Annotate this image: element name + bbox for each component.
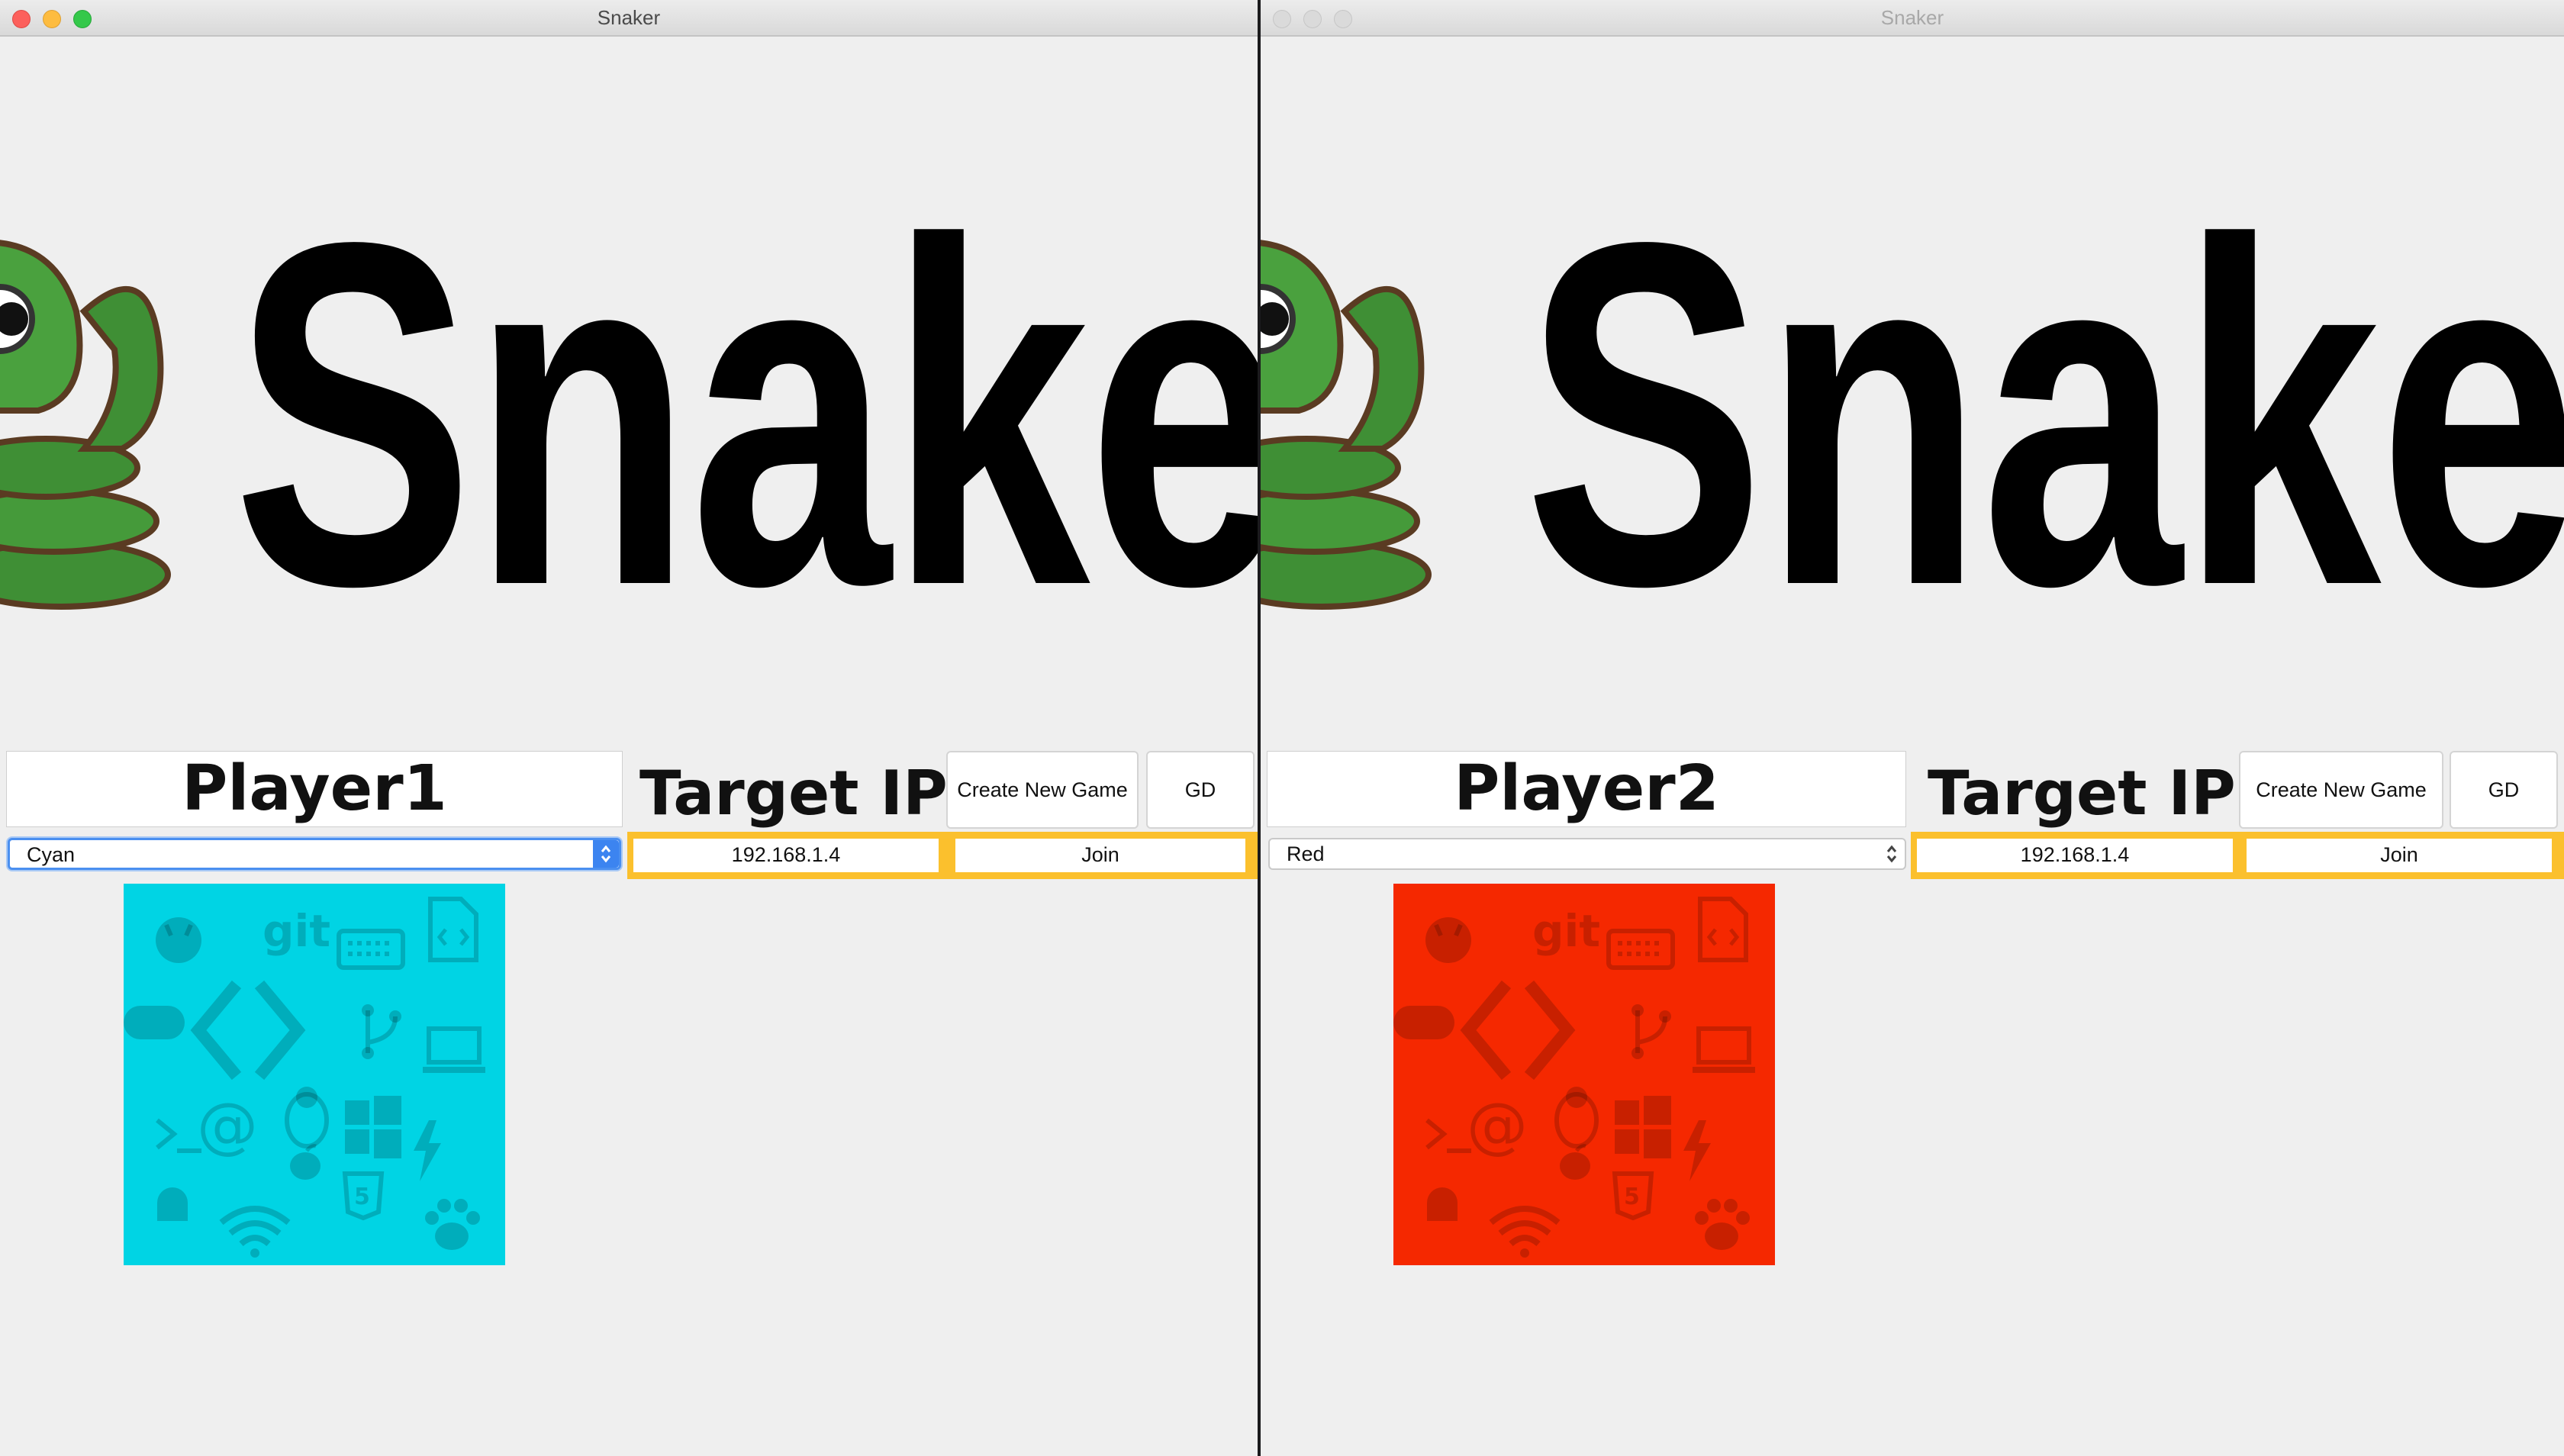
- color-select-value: Red: [1287, 842, 1325, 865]
- window-title: Snaker: [1880, 6, 1944, 29]
- git-icon: git: [1532, 905, 1600, 957]
- snake-title-text: Snake: [233, 141, 1258, 687]
- snake-banner: Snake: [0, 37, 1258, 723]
- android-icon: [157, 1187, 188, 1221]
- gamepad-icon: [1393, 1006, 1454, 1039]
- join-button[interactable]: Join: [2247, 839, 2552, 872]
- android-icon: [1427, 1187, 1458, 1221]
- at-icon: @: [197, 1090, 258, 1161]
- git-icon: git: [263, 905, 330, 957]
- svg-text:git: git: [1532, 905, 1600, 957]
- svg-text:5: 5: [1624, 1184, 1640, 1210]
- svg-text:git: git: [263, 905, 330, 957]
- preview-tile: git @5: [1393, 884, 1775, 1265]
- snake-mascot-icon: [0, 240, 171, 610]
- color-select-value: Cyan: [27, 843, 76, 866]
- gd-button[interactable]: GD: [2450, 751, 2558, 829]
- color-select[interactable]: Red: [1268, 838, 1906, 870]
- svg-text:@: @: [197, 1090, 258, 1161]
- title-bar[interactable]: Snaker: [0, 0, 1258, 37]
- github-icon: [1425, 917, 1471, 963]
- player-name-display: Player1: [6, 751, 623, 827]
- join-button[interactable]: Join: [955, 839, 1245, 872]
- snake-banner: Snake: [1261, 37, 2564, 723]
- create-new-game-button[interactable]: Create New Game: [946, 751, 1139, 829]
- color-select[interactable]: Cyan: [8, 838, 621, 870]
- chevron-up-down-icon: [593, 840, 619, 868]
- title-bar[interactable]: Snaker: [1261, 0, 2564, 37]
- snake-mascot-icon: [1261, 240, 1432, 610]
- snake-color-preview: git @5: [124, 884, 505, 1265]
- snake-title-text: Snake: [1524, 141, 2564, 687]
- create-new-game-button[interactable]: Create New Game: [2239, 751, 2443, 829]
- gd-button[interactable]: GD: [1146, 751, 1255, 829]
- target-ip-label: Target IP: [639, 758, 948, 829]
- svg-text:@: @: [1467, 1090, 1528, 1161]
- target-ip-label: Target IP: [1928, 758, 2236, 829]
- snake-color-preview: git @5: [1393, 884, 1775, 1265]
- window-title: Snaker: [597, 6, 661, 29]
- preview-tile: git @5: [124, 884, 505, 1265]
- snaker-window-player1: Snaker Snake Player1 Target IP Create Ne…: [0, 0, 1258, 1456]
- gamepad-icon: [124, 1006, 185, 1039]
- snaker-window-player2: Snaker Snake Player2 Target IP Create Ne…: [1261, 0, 2564, 1456]
- chevron-up-down-icon: [1879, 839, 1905, 868]
- github-icon: [156, 917, 201, 963]
- at-icon: @: [1467, 1090, 1528, 1161]
- player-name-display: Player2: [1267, 751, 1906, 827]
- svg-text:5: 5: [354, 1184, 370, 1210]
- target-ip-input[interactable]: 192.168.1.4: [1917, 839, 2233, 872]
- target-ip-input[interactable]: 192.168.1.4: [633, 839, 939, 872]
